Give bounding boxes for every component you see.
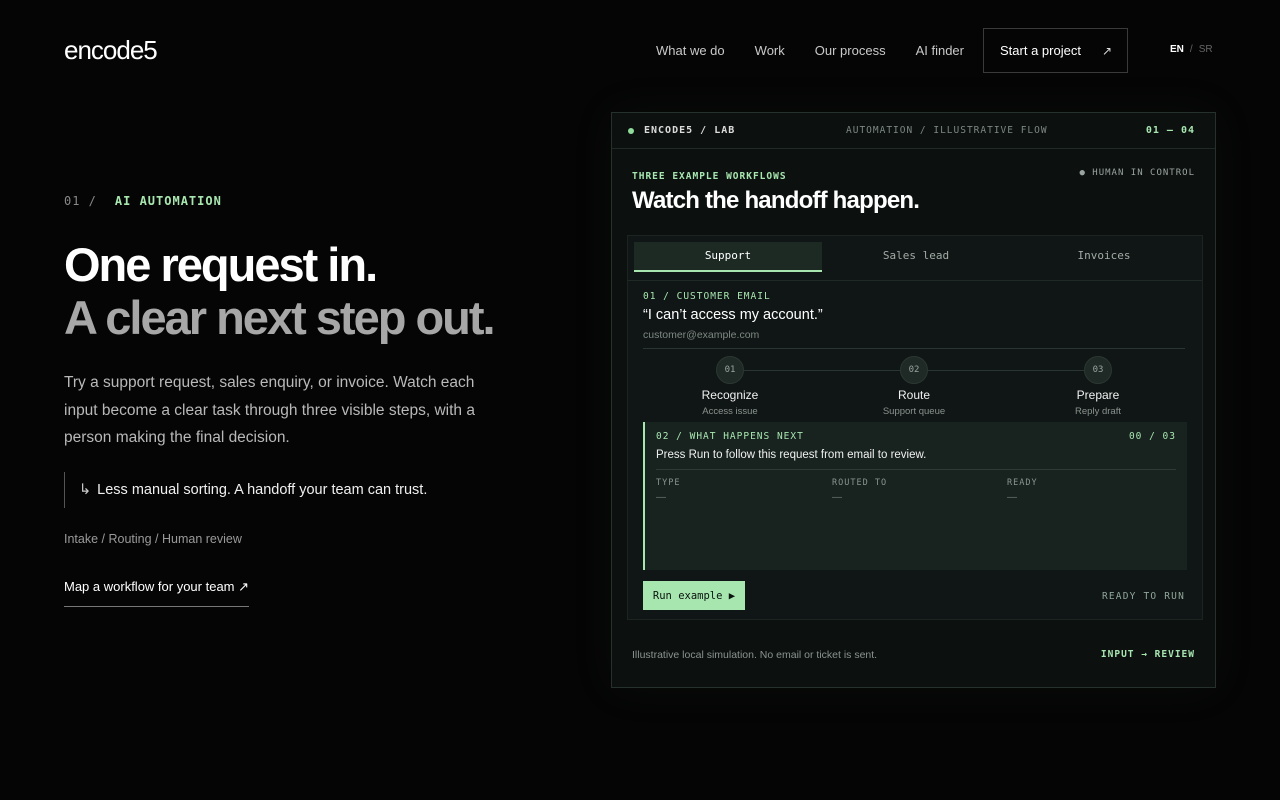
hero-tags: Intake / Routing / Human review: [64, 532, 242, 546]
next-label: 02 / WHAT HAPPENS NEXT: [656, 431, 804, 442]
panel-pagination: 01 — 04: [1145, 125, 1195, 136]
main-nav: What we do Work Our process AI finder: [656, 28, 994, 73]
step-recognize: 01 Recognize Access issue: [670, 356, 790, 417]
start-project-label: Start a project: [1000, 43, 1081, 58]
email-divider: [643, 348, 1185, 349]
nav-what-we-do[interactable]: What we do: [656, 43, 725, 58]
email-quote: “I can’t access my account.”: [643, 307, 823, 323]
step-sub: Access issue: [702, 406, 758, 417]
col-routed-value: —: [832, 492, 842, 503]
panel-title: Watch the handoff happen.: [632, 187, 920, 214]
col-ready-value: —: [1007, 492, 1017, 503]
panel-eyebrow: THREE EXAMPLE WORKFLOWS: [632, 171, 787, 182]
hero-lead: Try a support request, sales enquiry, or…: [64, 374, 475, 446]
panel-topbar: ENCODE5 / LAB AUTOMATION / ILLUSTRATIVE …: [612, 113, 1215, 149]
col-ready-label: READY: [1007, 478, 1038, 488]
what-happens-next: 02 / WHAT HAPPENS NEXT 00 / 03 Press Run…: [643, 422, 1187, 570]
col-routed-label: ROUTED TO: [832, 478, 888, 488]
step-sub: Support queue: [882, 406, 946, 417]
hero-title-line2: A clear next step out.: [64, 291, 496, 344]
hero-quote-text: Less manual sorting. A handoff your team…: [97, 482, 428, 498]
hero-title: One request in. A clear next step out.: [64, 238, 496, 344]
email-label: 01 / CUSTOMER EMAIL: [643, 291, 771, 302]
tab-support[interactable]: Support: [634, 242, 822, 272]
step-name: Route: [897, 388, 931, 402]
map-workflow-link[interactable]: Map a workflow for your team ↗: [64, 579, 250, 607]
panel-breadcrumb: AUTOMATION / ILLUSTRATIVE FLOW: [846, 125, 1048, 136]
flow-label: INPUT → REVIEW: [1100, 649, 1195, 660]
nav-work[interactable]: Work: [755, 43, 785, 58]
start-project-button[interactable]: Start a project ↗: [983, 28, 1128, 73]
step-name: Recognize: [701, 388, 759, 402]
email-sender: customer@example.com: [643, 329, 760, 341]
step-name: Prepare: [1076, 388, 1120, 402]
hero-title-line1: One request in.: [64, 238, 378, 291]
language-switcher: EN / SR: [1170, 44, 1213, 55]
step-prepare: 03 Prepare Reply draft: [1038, 356, 1158, 417]
return-arrow-icon: ↳: [79, 482, 92, 498]
step-sub: Reply draft: [1075, 406, 1121, 417]
workflow-tabs: Support Sales lead Invoices: [634, 242, 1198, 272]
lang-en[interactable]: EN: [1170, 44, 1184, 55]
eyebrow-number: 01 /: [64, 194, 97, 208]
next-divider: [656, 469, 1176, 470]
hero-quote: ↳ Less manual sorting. A handoff your te…: [64, 472, 427, 508]
status-dot-icon: [628, 127, 634, 134]
step-number: 02: [900, 356, 928, 384]
panel-brand: ENCODE5 / LAB: [644, 125, 736, 136]
step-number: 03: [1084, 356, 1112, 384]
workflow-demo: Support Sales lead Invoices 01 / CUSTOME…: [627, 235, 1203, 620]
ready-status: READY TO RUN: [1101, 591, 1185, 602]
eyebrow-label: AI AUTOMATION: [114, 194, 222, 208]
panel-footnote: Illustrative local simulation. No email …: [632, 649, 878, 661]
nav-ai-finder[interactable]: AI finder: [916, 43, 964, 58]
next-counter: 00 / 03: [1128, 431, 1176, 442]
col-type-label: TYPE: [656, 478, 681, 488]
arrow-up-right-icon: ↗: [1101, 44, 1112, 58]
lang-sr[interactable]: SR: [1199, 44, 1213, 55]
run-example-button[interactable]: Run example ▶: [643, 581, 745, 610]
hero-eyebrow: 01 / AI AUTOMATION: [64, 194, 222, 208]
logo[interactable]: encode5: [64, 35, 158, 66]
step-number: 01: [716, 356, 744, 384]
human-control-badge: ● HUMAN IN CONTROL: [1079, 168, 1195, 178]
step-route: 02 Route Support queue: [854, 356, 974, 417]
col-type-value: —: [656, 492, 666, 503]
lang-separator: /: [1189, 44, 1193, 55]
tabs-divider: [628, 280, 1202, 281]
tab-sales-lead[interactable]: Sales lead: [822, 242, 1010, 272]
lab-panel: ENCODE5 / LAB AUTOMATION / ILLUSTRATIVE …: [611, 112, 1216, 688]
tab-invoices[interactable]: Invoices: [1010, 242, 1198, 272]
nav-our-process[interactable]: Our process: [815, 43, 886, 58]
next-message: Press Run to follow this request from em…: [656, 449, 927, 461]
